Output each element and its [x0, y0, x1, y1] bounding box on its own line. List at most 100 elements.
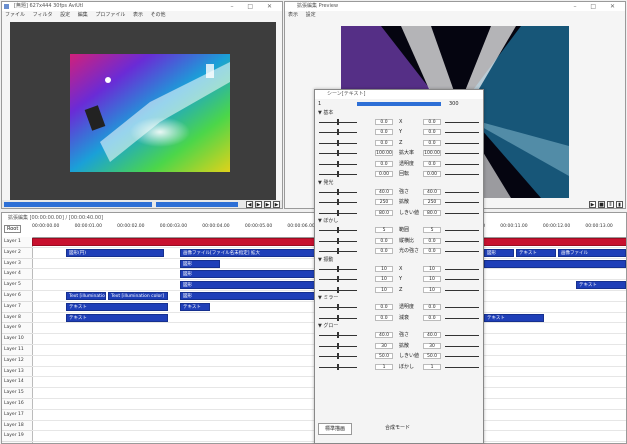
clip-l2-a[interactable]: 図形(円) — [66, 248, 164, 257]
layer-label[interactable]: Layer 15 — [2, 388, 32, 399]
param-value[interactable]: 0.0 — [375, 248, 393, 254]
param-value[interactable]: 0.0 — [375, 314, 393, 321]
slider-knob[interactable] — [337, 227, 339, 233]
param-slider-right[interactable] — [445, 289, 479, 291]
param-value[interactable]: 250 — [375, 199, 393, 205]
param-value[interactable]: 100.00 — [375, 150, 393, 156]
layer-label[interactable]: Layer 1 — [2, 237, 32, 248]
param-value-end[interactable]: 0.00 — [423, 171, 441, 177]
main-preview-canvas[interactable] — [10, 22, 276, 200]
param-value[interactable]: 10 — [375, 276, 393, 282]
slider-knob[interactable] — [337, 342, 339, 349]
clip-l7-b[interactable]: テキスト — [180, 302, 210, 311]
layer-label[interactable]: Layer 8 — [2, 313, 32, 324]
layer-label[interactable]: Layer 16 — [2, 399, 32, 410]
layer-label[interactable]: Layer 6 — [2, 291, 32, 302]
slider-knob[interactable] — [337, 314, 339, 321]
menu-filter[interactable]: フィルタ — [33, 12, 53, 18]
param-value-end[interactable]: 10 — [423, 276, 441, 282]
slider-knob[interactable] — [337, 129, 339, 135]
param-slider-right[interactable] — [445, 174, 479, 175]
dialog-section-header[interactable]: ▼ ミラー — [315, 295, 483, 302]
param-value-end[interactable]: 0.0 — [423, 304, 441, 310]
param-value-end[interactable]: 30 — [423, 342, 441, 349]
right-menu-settings[interactable]: 設定 — [306, 12, 316, 18]
slider-knob[interactable] — [337, 139, 339, 146]
param-value-end[interactable]: 1 — [423, 363, 441, 370]
right-pause-button[interactable]: Ⅱ — [607, 201, 614, 208]
slider-knob[interactable] — [337, 237, 339, 244]
param-value[interactable]: 50.0 — [375, 353, 393, 359]
param-value[interactable]: 1 — [375, 363, 393, 370]
param-slider-right[interactable] — [445, 212, 479, 214]
param-value-end[interactable]: 80.0 — [423, 209, 441, 216]
layer-label[interactable]: Layer 9 — [2, 323, 32, 335]
param-value-end[interactable]: 0.0 — [423, 139, 441, 146]
param-value-end[interactable]: 250 — [423, 199, 441, 205]
layer-label[interactable]: Layer 14 — [2, 377, 32, 389]
param-value[interactable]: 0.0 — [375, 139, 393, 146]
layer-label[interactable]: Layer 7 — [2, 302, 32, 313]
right-menu-button[interactable]: ▮ — [616, 201, 623, 208]
prev-frame-button[interactable]: ◀ — [246, 201, 253, 208]
param-value[interactable]: 10 — [375, 265, 393, 272]
menu-view[interactable]: 表示 — [133, 12, 143, 18]
param-slider-right[interactable] — [445, 335, 479, 336]
slider-knob[interactable] — [337, 286, 339, 293]
param-value[interactable]: 10 — [375, 286, 393, 293]
slider-knob[interactable] — [337, 304, 339, 310]
param-slider-right[interactable] — [445, 163, 479, 165]
frame-range-bar[interactable] — [357, 102, 441, 106]
right-play-button[interactable]: ▶ — [589, 201, 596, 208]
param-value-end[interactable]: 10 — [423, 286, 441, 293]
param-slider-right[interactable] — [445, 366, 479, 368]
slider-knob[interactable] — [337, 265, 339, 272]
param-slider-right[interactable] — [445, 307, 479, 308]
menu-edit[interactable]: 編集 — [78, 12, 88, 18]
slider-knob[interactable] — [337, 248, 339, 254]
slider-knob[interactable] — [337, 160, 339, 167]
clip-l8-a[interactable]: テキスト — [66, 313, 168, 322]
param-slider-right[interactable] — [445, 202, 479, 203]
param-value-end[interactable]: 40.0 — [423, 188, 441, 195]
param-value[interactable]: 80.0 — [375, 209, 393, 216]
layer-label[interactable]: Layer 10 — [2, 334, 32, 345]
layer-label[interactable]: Layer 19 — [2, 431, 32, 443]
layer-label[interactable]: Layer 2 — [2, 248, 32, 259]
param-value[interactable]: 0.0 — [375, 129, 393, 135]
param-value[interactable]: 0.0 — [375, 118, 393, 125]
param-slider-right[interactable] — [445, 191, 479, 193]
slider-knob[interactable] — [337, 353, 339, 359]
slider-knob[interactable] — [337, 188, 339, 195]
next-frame-button[interactable]: ▶ — [264, 201, 271, 208]
clip-l2-b[interactable]: 画像ファイル[ファイル名未指定] 拡大 — [180, 248, 316, 257]
param-value-end[interactable]: 100.00 — [423, 150, 441, 156]
dialog-section-header[interactable]: ▼ ぼかし — [315, 218, 483, 225]
layer-label[interactable]: Layer 5 — [2, 280, 32, 291]
param-slider-right[interactable] — [445, 345, 479, 347]
param-value[interactable]: 0.00 — [375, 171, 393, 177]
dialog-section-header[interactable]: ▼ グロー — [315, 323, 483, 330]
dialog-section-header[interactable]: ▼ 振動 — [315, 257, 483, 264]
param-slider-right[interactable] — [445, 356, 479, 357]
param-value-end[interactable]: 50.0 — [423, 353, 441, 359]
param-slider-right[interactable] — [445, 317, 479, 319]
menu-settings[interactable]: 設定 — [60, 12, 70, 18]
slider-knob[interactable] — [337, 199, 339, 205]
clip-l8-b[interactable]: テキスト — [484, 313, 544, 322]
slider-knob[interactable] — [337, 209, 339, 216]
param-slider-right[interactable] — [445, 251, 479, 252]
param-value-end[interactable]: 0.0 — [423, 118, 441, 125]
layer-label[interactable]: Layer 17 — [2, 410, 32, 421]
clip-l2-e[interactable]: 画像ファイル — [558, 248, 626, 257]
param-value-end[interactable]: 0.0 — [423, 248, 441, 254]
menu-file[interactable]: ファイル — [5, 12, 25, 18]
clip-l5-a[interactable]: 図形 — [180, 281, 316, 290]
seek-bar-left[interactable] — [4, 202, 152, 207]
right-window-controls[interactable]: – □ ✕ — [573, 2, 621, 11]
param-value-end[interactable]: 0.0 — [423, 129, 441, 135]
clip-l5-b[interactable]: テキスト — [576, 281, 626, 290]
param-slider-right[interactable] — [445, 153, 479, 154]
right-stop-button[interactable]: ■ — [598, 201, 605, 208]
layer-label[interactable]: Layer 18 — [2, 421, 32, 432]
